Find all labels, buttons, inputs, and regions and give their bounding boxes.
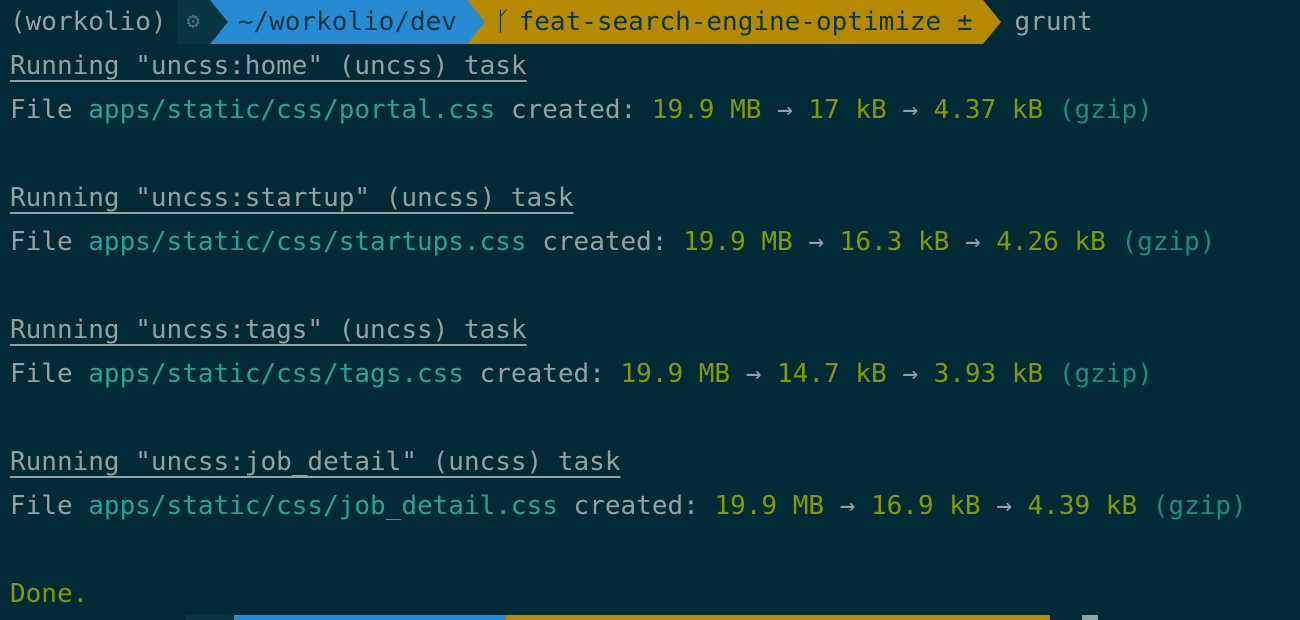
file-path: apps/static/css/portal.css [88,95,496,125]
done-line: Done. [10,572,88,616]
next-prompt-path-segment [234,615,506,620]
size-minified: 16.9 kB [870,491,981,521]
size-gzip: 3.93 kB [933,359,1044,389]
created-label: created: [542,227,668,257]
size-original: 19.9 MB [651,95,762,125]
size-original: 19.9 MB [714,491,825,521]
size-gzip: 4.26 kB [996,227,1106,257]
task-running-line: Running "uncss:home" (uncss) task [10,44,527,88]
file-created-line: File apps/static/css/job_detail.css crea… [10,484,1247,528]
virtualenv-label: (workolio) [0,0,177,44]
cwd-path: ~/workolio/dev [227,0,467,44]
file-prefix: File [10,359,73,389]
file-created-line: File apps/static/css/portal.css created:… [10,88,1153,132]
task-running-line: Running "uncss:tags" (uncss) task [10,308,527,352]
next-prompt-branch-segment [506,615,1050,620]
arrow-icon: → [902,359,918,389]
size-minified: 14.7 kB [777,359,887,389]
file-prefix: File [10,491,73,521]
arrow-icon: → [996,491,1012,521]
created-label: created: [510,95,637,125]
typed-command: grunt [1014,7,1093,37]
file-path: apps/static/css/tags.css [88,359,464,389]
gzip-label: (gzip) [1152,491,1247,521]
done-message: Done. [10,579,89,609]
file-created-line: File apps/static/css/tags.css created: 1… [10,352,1153,396]
created-label: created: [479,359,605,389]
file-prefix: File [10,227,73,257]
terminal-window[interactable]: (workolio) ⚙ ~/workolio/dev ᚴ feat-search… [0,0,1300,620]
arrow-icon: → [777,95,793,125]
file-path: apps/static/css/startups.css [88,227,527,257]
cursor [1082,615,1098,620]
size-original: 19.9 MB [683,227,793,257]
arrow-icon: → [902,95,918,125]
created-label: created: [573,491,699,521]
file-prefix: File [10,95,73,125]
powerline-separator-icon [466,0,485,44]
file-created-line: File apps/static/css/startups.css create… [10,220,1215,264]
arrow-icon: → [745,359,762,389]
task-running-line: Running "uncss:startup" (uncss) task [10,176,574,220]
size-original: 19.9 MB [620,359,731,389]
gzip-label: (gzip) [1058,95,1153,125]
powerline-separator-icon [209,0,228,44]
git-branch-segment: ᚴ feat-search-engine-optimize ± [484,0,983,44]
next-prompt-gear-segment [186,615,234,620]
size-gzip: 4.37 kB [933,95,1044,125]
prompt-line: (workolio) ⚙ ~/workolio/dev ᚴ feat-search… [0,0,1093,44]
arrow-icon: → [964,227,981,257]
gear-icon: ⚙ [176,0,210,44]
task-running-label: Running "uncss:tags" (uncss) task [10,315,527,345]
arrow-icon: → [808,227,825,257]
gzip-label: (gzip) [1058,359,1153,389]
gzip-label: (gzip) [1121,227,1216,257]
size-minified: 17 kB [808,95,887,125]
file-path: apps/static/css/job_detail.css [88,491,558,521]
task-running-label: Running "uncss:startup" (uncss) task [10,183,574,213]
arrow-icon: → [839,491,856,521]
git-branch-name: feat-search-engine-optimize ± [518,7,973,37]
powerline-separator-icon [982,0,1001,44]
task-running-line: Running "uncss:job_detail" (uncss) task [10,440,620,484]
git-branch-icon: ᚴ [494,7,511,37]
size-gzip: 4.39 kB [1027,491,1138,521]
task-running-label: Running "uncss:job_detail" (uncss) task [10,447,621,477]
task-running-label: Running "uncss:home" (uncss) task [10,51,527,81]
size-minified: 16.3 kB [839,227,950,257]
